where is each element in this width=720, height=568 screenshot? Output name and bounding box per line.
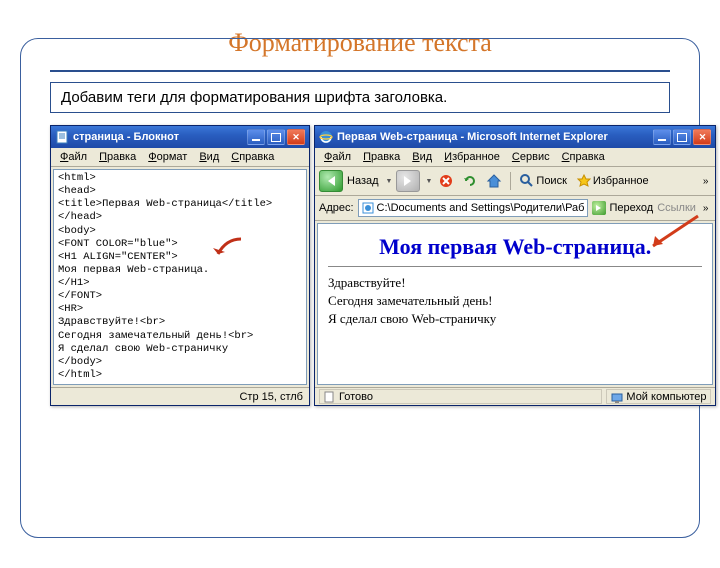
favorites-label: Избранное [593,175,649,187]
go-button[interactable]: Переход [592,201,653,215]
menu-favorites[interactable]: Избранное [439,150,505,164]
ie-menubar: Файл Правка Вид Избранное Сервис Справка [315,148,715,167]
menu-edit[interactable]: Правка [94,150,141,164]
page-heading: Моя первая Web-страница. [328,234,702,260]
address-overflow-icon[interactable]: » [700,203,712,214]
forward-button[interactable] [396,170,420,192]
go-arrow-icon [592,201,606,215]
close-button[interactable] [287,129,305,145]
menu-edit[interactable]: Правка [358,150,405,164]
menu-view[interactable]: Вид [407,150,437,164]
ie-statusbar: Готово Мой компьютер [315,387,715,405]
search-label: Поиск [536,175,566,187]
notepad-menubar: Файл Правка Формат Вид Справка [51,148,309,167]
maximize-button[interactable] [673,129,691,145]
notepad-titlebar[interactable]: страница - Блокнот [51,126,309,148]
back-dropdown-icon[interactable]: ▼ [386,178,393,185]
menu-help[interactable]: Справка [557,150,610,164]
address-text: C:\Documents and Settings\Родители\Раб [377,202,585,214]
ie-icon [319,130,333,144]
home-button[interactable] [484,171,504,191]
maximize-button[interactable] [267,129,285,145]
toolbar-overflow-icon[interactable]: » [700,176,712,187]
ie-page-content: Моя первая Web-страница. Здравствуйте! С… [317,223,713,385]
page-line2: Сегодня замечательный день! [328,293,702,309]
address-field[interactable]: C:\Documents and Settings\Родители\Раб [358,199,589,217]
menu-tools[interactable]: Сервис [507,150,555,164]
status-ready: Готово [319,389,602,404]
favorites-button[interactable]: Избранное [574,173,652,189]
menu-help[interactable]: Справка [226,150,279,164]
back-label: Назад [347,175,379,187]
notepad-editor[interactable]: <html> <head> <title>Первая Web-страница… [53,169,307,385]
stop-button[interactable] [436,171,456,191]
menu-view[interactable]: Вид [194,150,224,164]
notepad-statusbar: Стр 15, стлб [51,387,309,405]
status-zone: Мой компьютер [606,389,711,404]
menu-format[interactable]: Формат [143,150,192,164]
toolbar-separator [510,172,511,190]
search-button[interactable]: Поиск [517,173,569,189]
address-label: Адрес: [319,202,354,214]
forward-dropdown-icon[interactable]: ▼ [425,178,432,185]
ie-titlebar[interactable]: Первая Web-страница - Microsoft Internet… [315,126,715,148]
ie-window: Первая Web-страница - Microsoft Internet… [314,125,716,406]
minimize-button[interactable] [653,129,671,145]
my-computer-icon [611,391,623,403]
page-line1: Здравствуйте! [328,275,702,291]
html-file-icon [362,202,374,214]
close-button[interactable] [693,129,711,145]
notepad-title-text: страница - Блокнот [73,131,247,143]
page-hr [328,266,702,267]
refresh-button[interactable] [460,171,480,191]
links-label[interactable]: Ссылки [657,202,696,214]
notepad-icon [55,130,69,144]
menu-file[interactable]: Файл [319,150,356,164]
ie-addressbar: Адрес: C:\Documents and Settings\Родител… [315,196,715,221]
notepad-status-text: Стр 15, стлб [239,391,303,403]
ie-toolbar: Назад ▼ ▼ Поиск Избранное » [315,167,715,196]
go-label: Переход [609,202,653,214]
minimize-button[interactable] [247,129,265,145]
page-line3: Я сделал свою Web-страничку [328,311,702,327]
back-button[interactable] [319,170,343,192]
menu-file[interactable]: Файл [55,150,92,164]
notepad-window: страница - Блокнот Файл Правка Формат Ви… [50,125,310,406]
ie-title-text: Первая Web-страница - Microsoft Internet… [337,131,653,143]
page-done-icon [324,391,336,403]
